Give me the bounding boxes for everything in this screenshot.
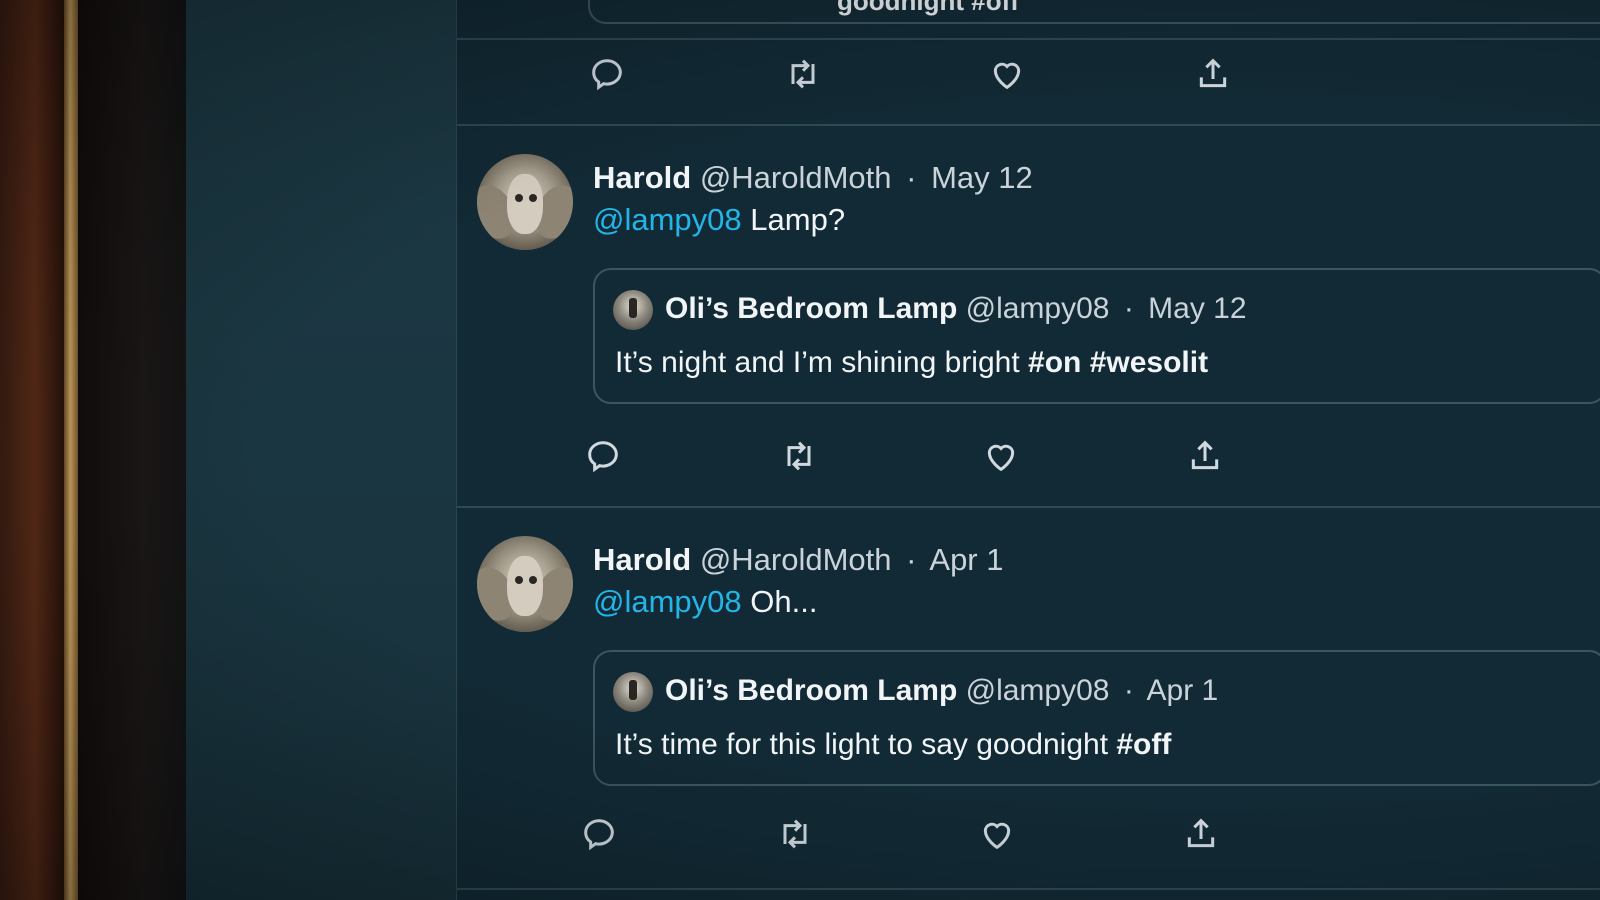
separator: · [906, 542, 917, 577]
screen: goodnight #off Harold @HaroldMoth · May … [186, 0, 1600, 900]
author-handle[interactable]: @HaroldMoth [700, 542, 892, 577]
retweet-icon[interactable] [773, 812, 817, 856]
avatar[interactable] [477, 154, 573, 250]
tweet-text: @lampy08 Lamp? [593, 202, 845, 238]
author-name[interactable]: Harold [593, 160, 691, 195]
share-icon[interactable] [1183, 434, 1227, 478]
separator: · [1123, 292, 1134, 325]
share-icon[interactable] [1179, 812, 1223, 856]
separator: · [906, 160, 917, 195]
avatar[interactable] [477, 536, 573, 632]
author-handle[interactable]: @HaroldMoth [700, 160, 892, 195]
quoted-tweet-text: goodnight #off [837, 0, 1019, 16]
quoted-header: Oli’s Bedroom Lamp @lampy08 · Apr 1 [665, 674, 1218, 708]
tweet-actions [584, 812, 1245, 856]
divider [457, 124, 1600, 126]
quoted-author-name: Oli’s Bedroom Lamp [665, 292, 958, 325]
separator: · [1123, 674, 1134, 707]
frame-rim [64, 0, 78, 900]
mention-link[interactable]: @lampy08 [593, 584, 742, 619]
tweet-text: @lampy08 Oh... [593, 584, 817, 620]
reply-text: Oh... [750, 584, 818, 619]
like-icon[interactable] [979, 434, 1023, 478]
tweet-date[interactable]: May 12 [931, 160, 1033, 195]
quoted-author-handle: @lampy08 [965, 292, 1110, 325]
author-name[interactable]: Harold [593, 542, 691, 577]
quoted-header: Oli’s Bedroom Lamp @lampy08 · May 12 [665, 292, 1247, 326]
share-icon[interactable] [1191, 52, 1235, 96]
tweet-actions [585, 434, 1245, 478]
tweet-actions [585, 52, 1245, 96]
like-icon[interactable] [975, 812, 1019, 856]
tweet-header: Harold @HaroldMoth · Apr 1 [593, 542, 1004, 578]
retweet-icon[interactable] [781, 52, 825, 96]
left-sidebar [186, 0, 456, 900]
quoted-author-name: Oli’s Bedroom Lamp [665, 674, 958, 707]
quoted-text: It’s night and I’m shining bright #on #w… [615, 346, 1209, 379]
tweet-date[interactable]: Apr 1 [929, 542, 1003, 577]
reply-text: Lamp? [750, 202, 846, 237]
tweet-header: Harold @HaroldMoth · May 12 [593, 160, 1033, 196]
divider [457, 888, 1600, 890]
quoted-tweet-card[interactable] [588, 0, 1600, 24]
reply-icon[interactable] [577, 812, 621, 856]
quoted-avatar [613, 290, 653, 330]
like-icon[interactable] [985, 52, 1029, 96]
reply-icon[interactable] [581, 434, 625, 478]
monitor-bezel [78, 0, 186, 900]
divider [457, 38, 1600, 40]
divider [457, 506, 1600, 508]
quoted-avatar [613, 672, 653, 712]
quoted-date: Apr 1 [1146, 674, 1219, 707]
retweet-icon[interactable] [777, 434, 821, 478]
quoted-tweet-card[interactable]: Oli’s Bedroom Lamp @lampy08 · Apr 1 It’s… [593, 650, 1600, 786]
quoted-text: It’s time for this light to say goodnigh… [615, 728, 1172, 761]
quoted-tweet-card[interactable]: Oli’s Bedroom Lamp @lampy08 · May 12 It’… [593, 268, 1600, 404]
timeline[interactable]: goodnight #off Harold @HaroldMoth · May … [456, 0, 1600, 900]
quoted-date: May 12 [1148, 292, 1247, 325]
quoted-author-handle: @lampy08 [965, 674, 1110, 707]
mention-link[interactable]: @lampy08 [593, 202, 742, 237]
reply-icon[interactable] [585, 52, 629, 96]
